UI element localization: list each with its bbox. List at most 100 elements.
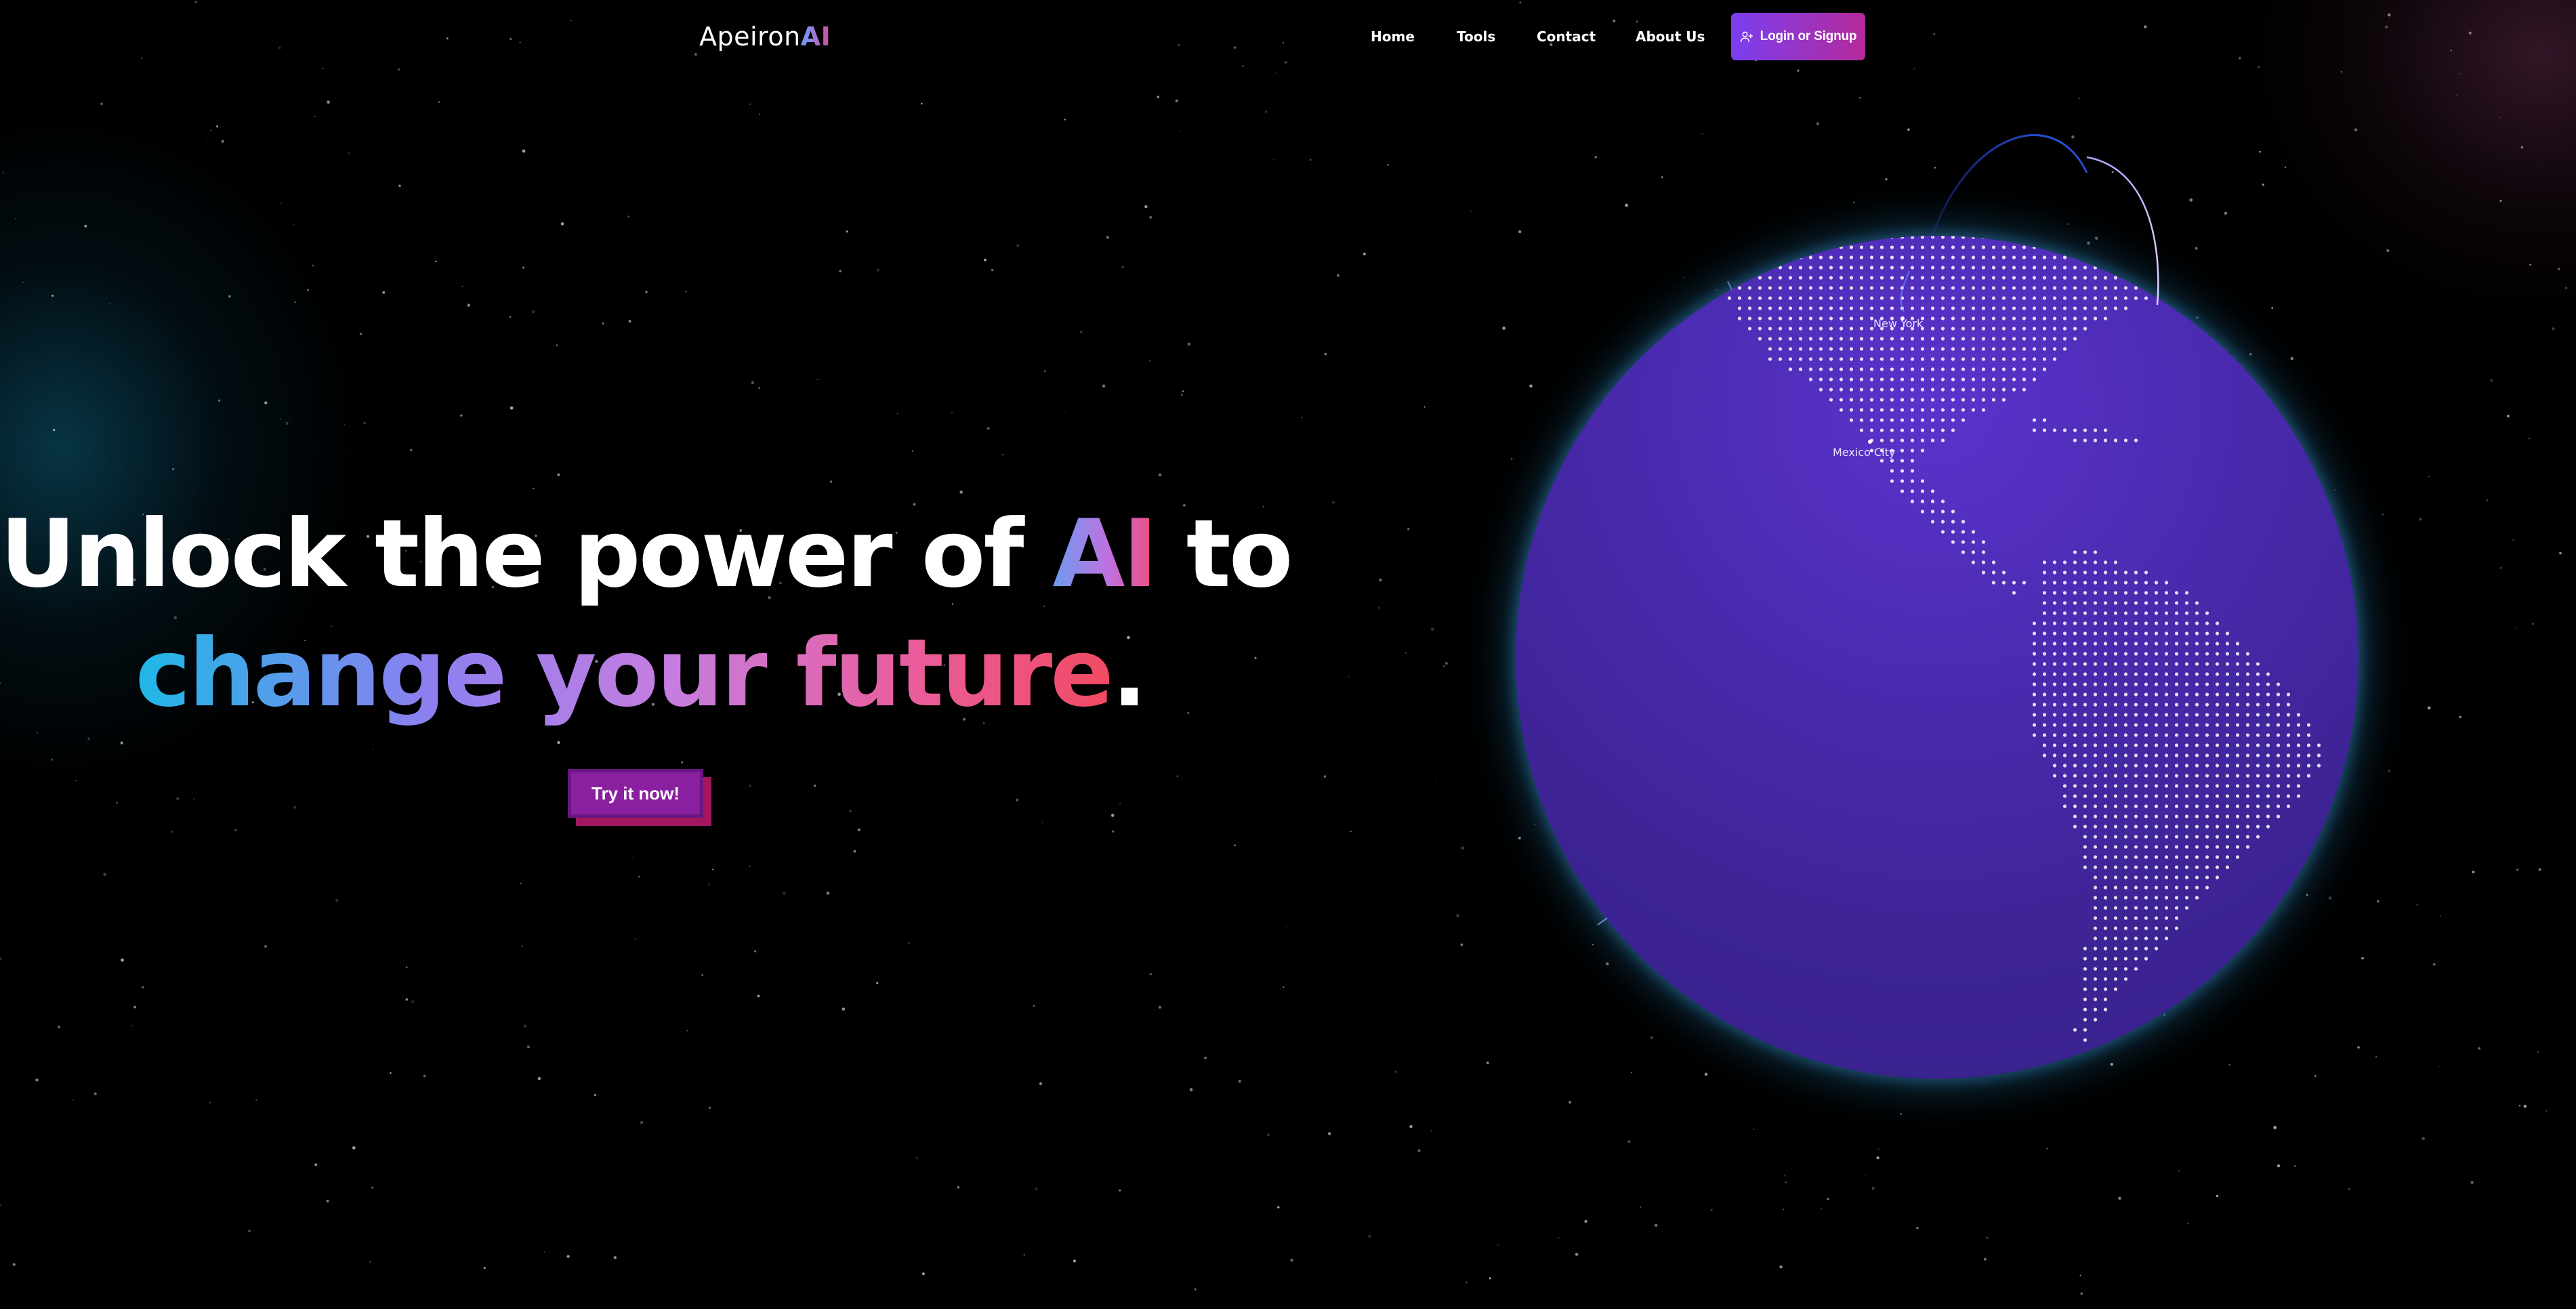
star <box>327 100 330 104</box>
land-dot <box>2073 245 2077 249</box>
star <box>434 260 437 263</box>
land-dot <box>2022 236 2027 239</box>
land-dot <box>2144 276 2148 280</box>
star <box>2144 25 2147 28</box>
star <box>602 322 604 325</box>
star <box>537 1077 541 1081</box>
globe-sphere[interactable] <box>1516 236 2359 1079</box>
star <box>2419 518 2422 521</box>
star <box>526 1045 530 1049</box>
star <box>1204 1056 1207 1060</box>
star <box>712 869 714 871</box>
star <box>594 1094 596 1096</box>
star <box>849 809 852 812</box>
site-logo[interactable]: ApeironAI <box>699 22 831 51</box>
star <box>2559 552 2562 555</box>
star <box>1916 1226 1919 1230</box>
star <box>1407 528 1410 531</box>
star <box>1409 1125 1413 1129</box>
star <box>1290 1258 1293 1262</box>
star <box>228 295 231 298</box>
hero-line-2: change your future. <box>0 614 1281 733</box>
star <box>1470 210 1472 213</box>
star <box>2478 1047 2481 1050</box>
star <box>192 797 195 800</box>
star <box>405 998 408 1001</box>
land-dot <box>1788 255 1793 259</box>
star <box>248 1230 251 1232</box>
star <box>209 1102 211 1104</box>
hero-gradient-text: change your future <box>135 619 1114 728</box>
star <box>685 291 687 293</box>
star <box>372 748 374 750</box>
star <box>1238 1079 1241 1083</box>
star <box>1187 342 1190 346</box>
land-dot <box>2154 276 2159 280</box>
star <box>533 488 535 490</box>
nav-link-about-us[interactable]: About Us <box>1636 28 1705 45</box>
nav-link-home[interactable]: Home <box>1371 28 1415 45</box>
star <box>255 1099 257 1101</box>
nav-link-tools[interactable]: Tools <box>1457 28 1495 45</box>
star <box>1487 1061 1489 1064</box>
star <box>2468 31 2472 35</box>
star <box>2486 499 2489 502</box>
star <box>758 387 761 389</box>
star <box>35 1078 39 1082</box>
hero-line-1-text-b: to <box>1155 499 1293 608</box>
star <box>1276 1205 1280 1209</box>
star <box>907 942 910 944</box>
star <box>1159 473 1162 476</box>
star <box>171 831 173 833</box>
star <box>2531 623 2534 625</box>
star <box>1327 1131 1331 1136</box>
star <box>983 258 986 262</box>
star <box>1489 1277 1491 1280</box>
star <box>681 761 684 764</box>
star <box>1461 846 1464 850</box>
star <box>1080 331 1083 333</box>
star <box>264 401 268 404</box>
user-plus-icon <box>1740 31 1753 43</box>
star <box>1779 1265 1783 1269</box>
hero-ai-word: AI <box>1052 499 1158 608</box>
star <box>1797 69 1800 72</box>
star <box>116 802 118 804</box>
star <box>1424 406 1426 408</box>
land-dot <box>1991 236 1996 239</box>
star <box>460 414 463 417</box>
land-dot <box>2052 245 2057 249</box>
star <box>1584 1220 1587 1223</box>
star <box>645 291 648 293</box>
login-signup-button[interactable]: Login or Signup <box>1731 13 1865 60</box>
star <box>1785 1181 1787 1184</box>
star <box>2459 715 2461 719</box>
star <box>1301 417 1303 419</box>
hero-headline: Unlock the power of AI to change your fu… <box>0 495 1293 733</box>
land-dot <box>2144 286 2148 290</box>
star <box>628 320 631 323</box>
star <box>510 37 512 41</box>
star <box>1466 1281 1468 1283</box>
star <box>359 332 362 335</box>
star <box>627 215 630 218</box>
star <box>2186 1222 2189 1225</box>
star <box>543 1251 545 1253</box>
star <box>1039 1082 1043 1085</box>
star <box>1430 1130 1433 1132</box>
star <box>532 310 535 314</box>
star <box>2078 98 2080 100</box>
star <box>234 829 237 831</box>
star <box>920 102 923 105</box>
star <box>783 892 786 895</box>
star <box>749 784 752 787</box>
star <box>285 421 289 425</box>
star <box>15 217 17 220</box>
try-it-now-button[interactable]: Try it now! <box>568 769 703 818</box>
star <box>1821 1207 1823 1210</box>
star <box>1194 1288 1197 1291</box>
star <box>210 129 212 131</box>
star <box>411 1000 415 1003</box>
nav-link-contact[interactable]: Contact <box>1537 28 1596 45</box>
land-dot <box>2001 236 2006 239</box>
